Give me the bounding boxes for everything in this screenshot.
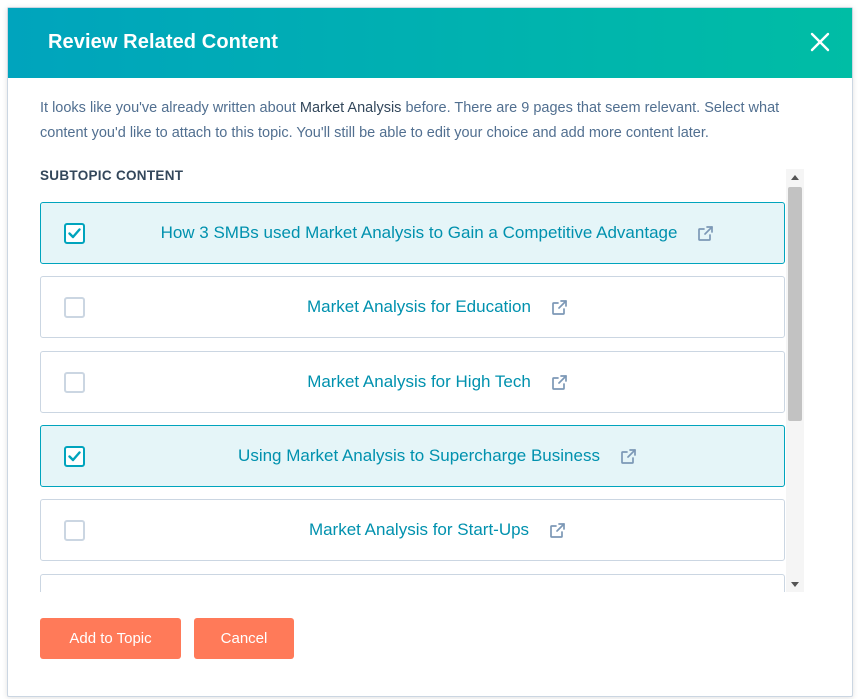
item-content: Using Market Analysis to Supercharge Bus…	[101, 426, 774, 486]
external-link-icon[interactable]	[697, 225, 714, 242]
external-link-icon[interactable]	[551, 374, 568, 391]
item-title-link[interactable]: Market Analysis for Education	[307, 297, 531, 317]
modal-title: Review Related Content	[48, 31, 279, 53]
item-content: Market Analysis for High Tech	[101, 352, 774, 412]
content-list-item[interactable]: Market Analysis for Education	[40, 276, 785, 338]
content-list-item[interactable]: What's Trending: Looking Deep Analysis M…	[40, 574, 785, 592]
intro-topic: Market Analysis	[299, 100, 402, 116]
content-list-item[interactable]: Market Analysis for High Tech	[40, 351, 785, 413]
item-checkbox[interactable]	[64, 446, 85, 467]
caret-up-icon	[791, 174, 799, 180]
external-link-icon[interactable]	[620, 448, 637, 465]
scroll-up-button[interactable]	[786, 169, 804, 185]
close-icon	[810, 32, 830, 52]
external-link-icon[interactable]	[549, 522, 566, 539]
cancel-button[interactable]: Cancel	[194, 618, 294, 659]
scrollbar[interactable]	[786, 169, 804, 592]
item-checkbox[interactable]	[64, 223, 85, 244]
item-content: Market Analysis for Education	[101, 277, 774, 337]
item-title-link[interactable]: Using Market Analysis to Supercharge Bus…	[238, 446, 600, 466]
scrollbar-thumb[interactable]	[788, 187, 802, 421]
modal-header: Review Related Content	[8, 8, 852, 78]
add-to-topic-button[interactable]: Add to Topic	[40, 618, 181, 659]
content-list-item[interactable]: Using Market Analysis to Supercharge Bus…	[40, 425, 785, 487]
item-title-link[interactable]: How 3 SMBs used Market Analysis to Gain …	[161, 223, 678, 243]
item-content: How 3 SMBs used Market Analysis to Gain …	[101, 203, 774, 263]
intro-text-before: It looks like you've already written abo…	[40, 100, 300, 116]
item-checkbox[interactable]	[64, 520, 85, 541]
external-link-icon[interactable]	[551, 299, 568, 316]
checkmark-icon	[68, 228, 81, 239]
item-content: Market Analysis for Start-Ups	[101, 500, 774, 560]
item-title-link[interactable]: Market Analysis for High Tech	[307, 372, 531, 392]
item-checkbox[interactable]	[64, 372, 85, 393]
content-list-item[interactable]: How 3 SMBs used Market Analysis to Gain …	[40, 202, 785, 264]
content-list-item[interactable]: Market Analysis for Start-Ups	[40, 499, 785, 561]
close-button[interactable]	[806, 28, 834, 56]
item-title-link[interactable]: Market Analysis for Start-Ups	[309, 520, 529, 540]
item-checkbox[interactable]	[64, 297, 85, 318]
intro-text: It looks like you've already written abo…	[40, 96, 810, 146]
section-label: SUBTOPIC CONTENT	[40, 168, 184, 183]
scroll-down-button[interactable]	[786, 576, 804, 592]
item-content: What's Trending: Looking Deep Analysis M…	[101, 575, 774, 592]
content-list[interactable]: How 3 SMBs used Market Analysis to Gain …	[40, 192, 785, 592]
checkmark-icon	[68, 451, 81, 462]
caret-down-icon	[791, 581, 799, 587]
